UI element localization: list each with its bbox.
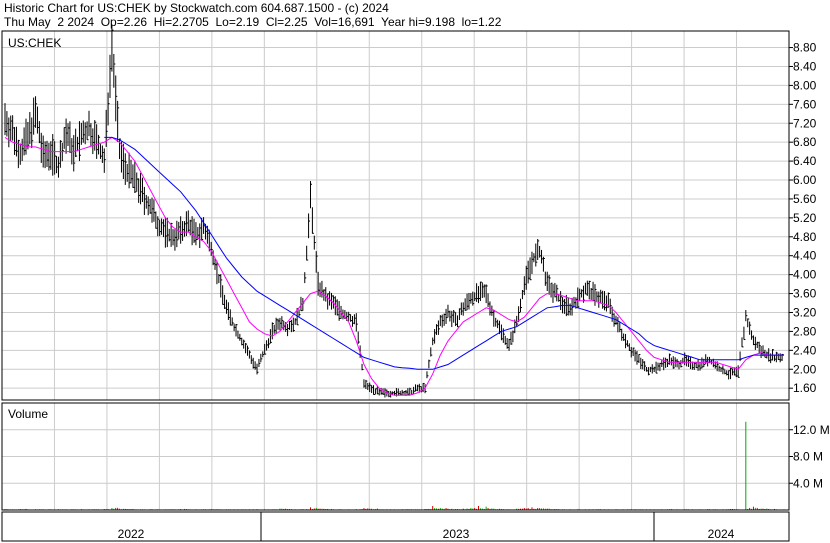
price-tick-label: 7.60 [793, 97, 817, 111]
volume-panel-title: Volume [8, 407, 48, 421]
price-tick-label: 3.60 [793, 287, 817, 301]
price-tick-label: 7.20 [793, 116, 817, 130]
volume-tick-label: 4.0 M [793, 476, 823, 490]
moving-average-short [4, 136, 784, 396]
price-tick-label: 6.40 [793, 154, 817, 168]
year-label: 2024 [708, 527, 735, 541]
chart-frames [1, 30, 790, 542]
stock-chart: 8.80 8.40 8.00 7.60 7.20 6.80 6.40 6.00 5.60 5.20… [1, 24, 830, 542]
year-label: 2023 [443, 527, 470, 541]
price-tick-label: 4.40 [793, 249, 817, 263]
price-panel-title: US:CHEK [8, 36, 61, 50]
price-panel-frame [1, 30, 790, 401]
price-grid [2, 31, 789, 400]
price-tick-label: 8.80 [793, 41, 817, 55]
price-tick-label: 4.80 [793, 230, 817, 244]
moving-average-lines [4, 136, 784, 396]
price-tick-label: 5.60 [793, 192, 817, 206]
volume-tick-label: 12.0 M [793, 423, 830, 437]
moving-average-long [104, 136, 784, 370]
volume-bars [4, 421, 785, 510]
year-label: 2022 [118, 527, 145, 541]
price-tick-label: 6.00 [793, 173, 817, 187]
price-tick-label: 2.80 [793, 324, 817, 338]
price-tick-label: 1.60 [793, 381, 817, 395]
price-tick-label: 3.20 [793, 305, 817, 319]
price-tick-label: 4.00 [793, 268, 817, 282]
price-tick-label: 8.40 [793, 59, 817, 73]
volume-tick-label: 8.0 M [793, 450, 823, 464]
price-tick-label: 5.20 [793, 211, 817, 225]
price-tick-label: 2.40 [793, 343, 817, 357]
axis-ticks: 8.80 8.40 8.00 7.60 7.20 6.80 6.40 6.00 5.60 5.20… [118, 41, 830, 541]
price-tick-label: 8.00 [793, 78, 817, 92]
price-bars [4, 24, 784, 398]
price-tick-label: 6.80 [793, 135, 817, 149]
price-tick-label: 2.00 [793, 362, 817, 376]
volume-grid [2, 403, 789, 510]
